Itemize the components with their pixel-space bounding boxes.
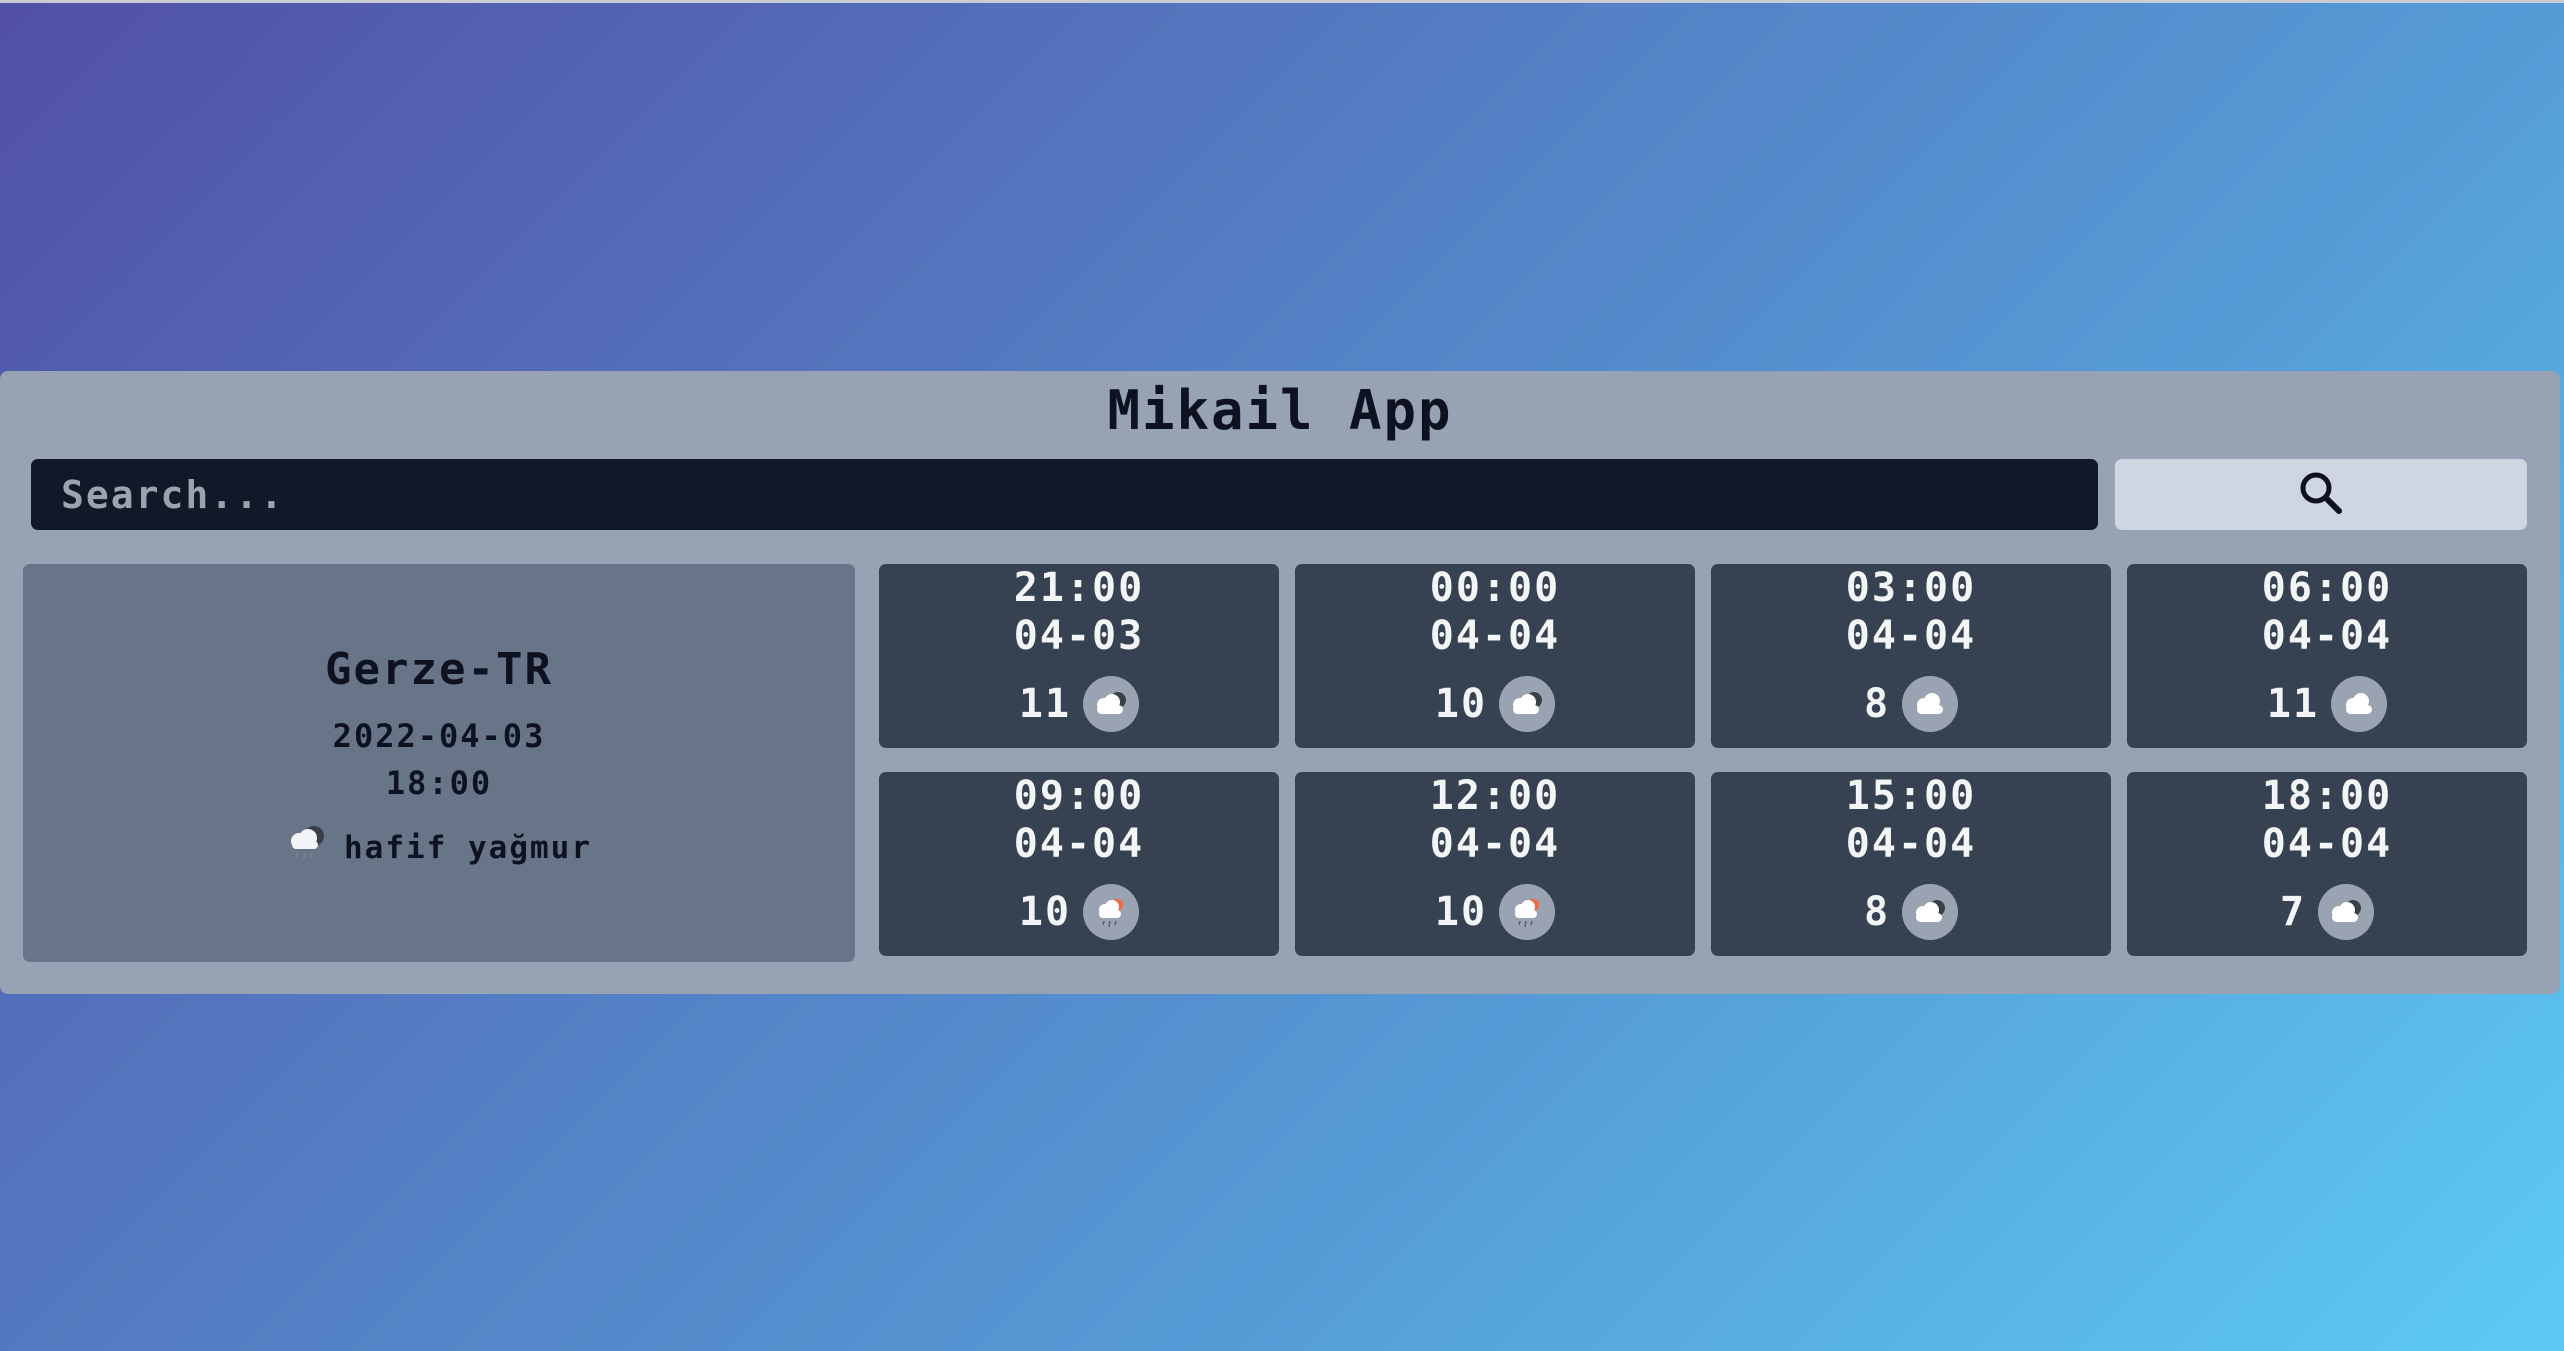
forecast-date: 04-04 (2261, 821, 2393, 867)
forecast-grid: 21:00 04-03 11 00:00 04-04 10 03:00 04-0… (879, 564, 2527, 956)
search-icon (2297, 469, 2345, 520)
city-name: Gerze-TR (325, 644, 553, 695)
current-time: 18:00 (385, 764, 493, 802)
broken-clouds-icon (1083, 676, 1140, 732)
forecast-card: 03:00 04-04 8 (1711, 564, 2111, 748)
forecast-time: 18:00 (2261, 773, 2393, 819)
forecast-time: 21:00 (1013, 565, 1145, 611)
weather-description: hafif yağmur (344, 830, 592, 866)
sun-rain-icon (1499, 884, 1556, 940)
window-top-border (0, 0, 2564, 3)
forecast-temp: 11 (2266, 681, 2320, 727)
broken-clouds-icon (1902, 884, 1959, 940)
forecast-date: 04-04 (1429, 613, 1561, 659)
app-panel: Mikail App Gerze-TR 2022-04-03 18:00 (0, 371, 2560, 994)
rain-cloud-icon (286, 822, 330, 874)
forecast-date: 04-04 (1845, 821, 1977, 867)
forecast-date: 04-04 (1013, 821, 1145, 867)
broken-clouds-icon (2318, 884, 2375, 940)
broken-clouds-icon (1499, 676, 1556, 732)
forecast-temp: 11 (1018, 681, 1072, 727)
forecast-card: 09:00 04-04 10 (879, 772, 1279, 956)
forecast-date: 04-04 (1845, 613, 1977, 659)
forecast-temp: 10 (1018, 889, 1072, 935)
forecast-temp: 10 (1434, 889, 1488, 935)
cloud-icon (2331, 676, 2388, 732)
forecast-temp: 10 (1434, 681, 1488, 727)
current-weather-card: Gerze-TR 2022-04-03 18:00 hafif yağmur (23, 564, 855, 962)
forecast-card: 18:00 04-04 7 (2127, 772, 2527, 956)
forecast-card: 15:00 04-04 8 (1711, 772, 2111, 956)
forecast-time: 12:00 (1429, 773, 1561, 819)
search-button[interactable] (2115, 459, 2527, 530)
app-title: Mikail App (1107, 379, 1453, 442)
forecast-time: 00:00 (1429, 565, 1561, 611)
cloud-icon (1902, 676, 1959, 732)
current-date: 2022-04-03 (332, 717, 546, 755)
forecast-time: 15:00 (1845, 773, 1977, 819)
forecast-card: 06:00 04-04 11 (2127, 564, 2527, 748)
forecast-time: 06:00 (2261, 565, 2393, 611)
forecast-time: 03:00 (1845, 565, 1977, 611)
sun-rain-icon (1083, 884, 1140, 940)
forecast-date: 04-04 (1429, 821, 1561, 867)
forecast-time: 09:00 (1013, 773, 1145, 819)
forecast-card: 12:00 04-04 10 (1295, 772, 1695, 956)
forecast-date: 04-03 (1013, 613, 1145, 659)
current-description: hafif yağmur (23, 822, 855, 874)
forecast-card: 21:00 04-03 11 (879, 564, 1279, 748)
forecast-card: 00:00 04-04 10 (1295, 564, 1695, 748)
forecast-temp: 8 (1863, 681, 1891, 727)
search-input[interactable] (31, 459, 2098, 530)
forecast-temp: 7 (2279, 889, 2307, 935)
forecast-date: 04-04 (2261, 613, 2393, 659)
forecast-temp: 8 (1863, 889, 1891, 935)
